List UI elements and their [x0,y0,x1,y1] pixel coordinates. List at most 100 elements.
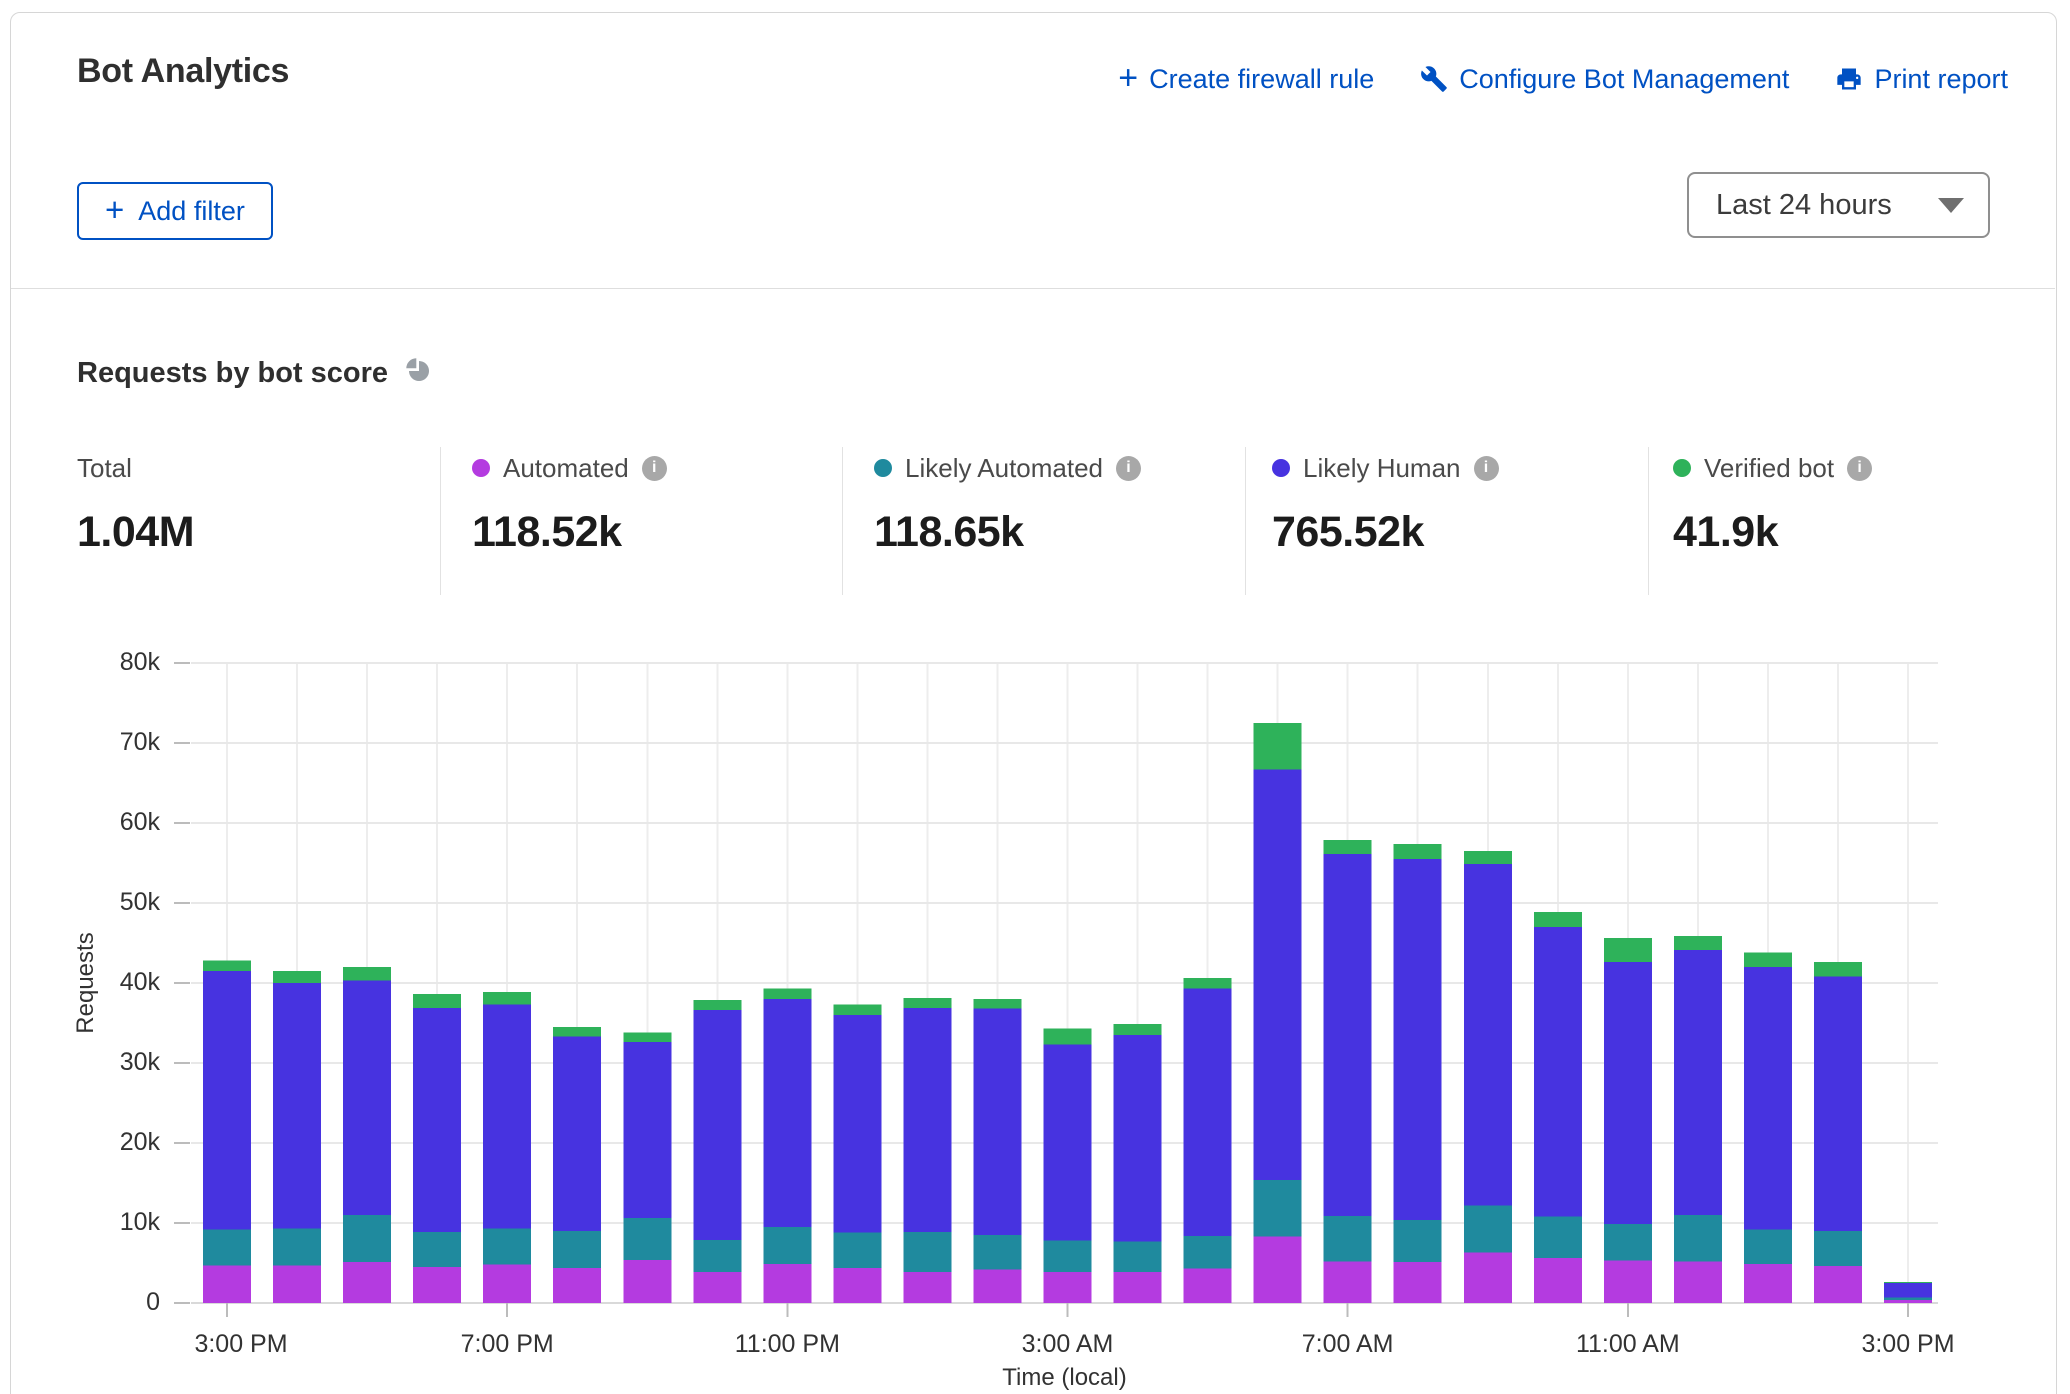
bar-segment-verified-bot [973,999,1021,1009]
bar-segment-likely-automated [1324,1216,1372,1262]
print-report-label: Print report [1874,64,2008,95]
plus-icon: + [105,193,124,226]
bar-segment-likely-human [1814,977,1862,1231]
bar-segment-likely-automated [1184,1236,1232,1269]
bot-analytics-screen: Bot Analytics + Create firewall rule Con… [0,0,2070,1394]
stat-automated-label: Automated [503,453,629,484]
bar-segment-verified-bot [1254,723,1302,769]
x-axis-tick-label: 11:00 AM [1538,1330,1718,1359]
bar-segment-automated [1324,1261,1372,1303]
bar-segment-automated [1534,1258,1582,1303]
header-actions: + Create firewall rule Configure Bot Man… [1118,62,2008,96]
y-axis-tick-label: 10k [55,1208,160,1237]
configure-bot-management-label: Configure Bot Management [1459,64,1789,95]
bar-segment-verified-bot [763,989,811,999]
bar-segment-automated [1394,1262,1442,1303]
section-title: Requests by bot score [77,357,388,390]
bar-segment-likely-human [1464,864,1512,1206]
bar-segment-automated [903,1272,951,1303]
bar-segment-likely-automated [553,1231,601,1268]
bar-segment-verified-bot [1534,912,1582,927]
y-axis-tick-label: 60k [55,808,160,837]
bar-segment-likely-automated [1394,1220,1442,1262]
bar-segment-likely-human [1324,854,1372,1216]
bar-segment-likely-automated [833,1233,881,1268]
plus-icon: + [1118,61,1138,95]
bar-segment-verified-bot [1744,953,1792,967]
bar-segment-verified-bot [1884,1282,1932,1283]
bar-segment-verified-bot [1814,962,1862,976]
bar-segment-likely-human [273,983,321,1229]
bar-segment-likely-human [413,1008,461,1232]
bar-segment-automated [1604,1261,1652,1303]
bar-segment-verified-bot [343,967,391,981]
bar-segment-verified-bot [1044,1029,1092,1045]
info-icon[interactable]: i [1116,456,1141,481]
info-icon[interactable]: i [1847,456,1872,481]
info-icon[interactable]: i [1474,456,1499,481]
bar-segment-likely-human [1884,1283,1932,1297]
bar-segment-likely-human [1184,989,1232,1236]
bar-segment-verified-bot [1114,1024,1162,1035]
x-axis-tick-label: 11:00 PM [697,1330,877,1359]
bar-segment-likely-automated [623,1218,671,1260]
likely-human-dot [1272,459,1290,477]
bar-segment-verified-bot [553,1027,601,1037]
bar-segment-verified-bot [903,998,951,1008]
bar-segment-verified-bot [1674,936,1722,950]
bar-segment-likely-automated [1674,1215,1722,1261]
bar-segment-likely-human [1394,859,1442,1220]
stat-total-value: 1.04M [77,508,194,557]
bar-segment-verified-bot [693,1000,741,1010]
pie-chart-icon [405,357,433,390]
bar-segment-likely-automated [1534,1217,1582,1259]
bar-segment-automated [1184,1269,1232,1303]
section-title-row: Requests by bot score [77,357,433,390]
stat-automated: Automated i 118.52k [472,452,667,557]
bar-segment-verified-bot [1184,978,1232,988]
stat-divider [842,447,843,595]
add-filter-button[interactable]: + Add filter [77,182,273,240]
stat-verified-bot-label: Verified bot [1704,453,1834,484]
x-axis-title: Time (local) [1002,1364,1126,1392]
time-range-select[interactable]: Last 24 hours [1687,172,1990,238]
info-icon[interactable]: i [642,456,667,481]
bar-segment-likely-human [693,1010,741,1240]
create-firewall-rule-link[interactable]: + Create firewall rule [1118,62,1374,96]
bar-segment-likely-human [1044,1045,1092,1241]
bar-segment-verified-bot [413,994,461,1008]
stat-likely-human: Likely Human i 765.52k [1272,452,1499,557]
bar-segment-automated [483,1265,531,1303]
y-axis-tick-label: 30k [55,1048,160,1077]
bar-segment-automated [1884,1300,1932,1303]
wrench-icon [1420,65,1448,93]
y-axis-tick-label: 40k [55,968,160,997]
bar-segment-likely-automated [763,1227,811,1264]
configure-bot-management-link[interactable]: Configure Bot Management [1420,64,1789,95]
bar-segment-automated [343,1262,391,1303]
bar-segment-verified-bot [623,1033,671,1043]
automated-dot [472,459,490,477]
bar-segment-automated [203,1265,251,1303]
bar-segment-automated [553,1268,601,1303]
add-filter-label: Add filter [138,196,245,227]
printer-icon [1835,65,1863,93]
print-report-link[interactable]: Print report [1835,64,2008,95]
stat-divider [440,447,441,595]
bar-segment-automated [1744,1264,1792,1303]
y-axis-tick-label: 20k [55,1128,160,1157]
bar-segment-automated [413,1267,461,1303]
bar-segment-verified-bot [1604,938,1652,962]
header-divider [11,288,2055,289]
stat-likely-automated-value: 118.65k [874,508,1141,557]
bar-segment-likely-human [1534,927,1582,1217]
bar-segment-automated [693,1272,741,1303]
bar-segment-likely-human [973,1009,1021,1235]
bar-segment-automated [1464,1253,1512,1303]
bar-segment-verified-bot [1394,844,1442,859]
stat-likely-human-value: 765.52k [1272,508,1499,557]
x-axis-tick-label: 3:00 PM [151,1330,331,1359]
stat-total: Total 1.04M [77,452,194,557]
y-axis-title: Requests [72,932,100,1033]
bar-segment-likely-automated [1604,1224,1652,1261]
